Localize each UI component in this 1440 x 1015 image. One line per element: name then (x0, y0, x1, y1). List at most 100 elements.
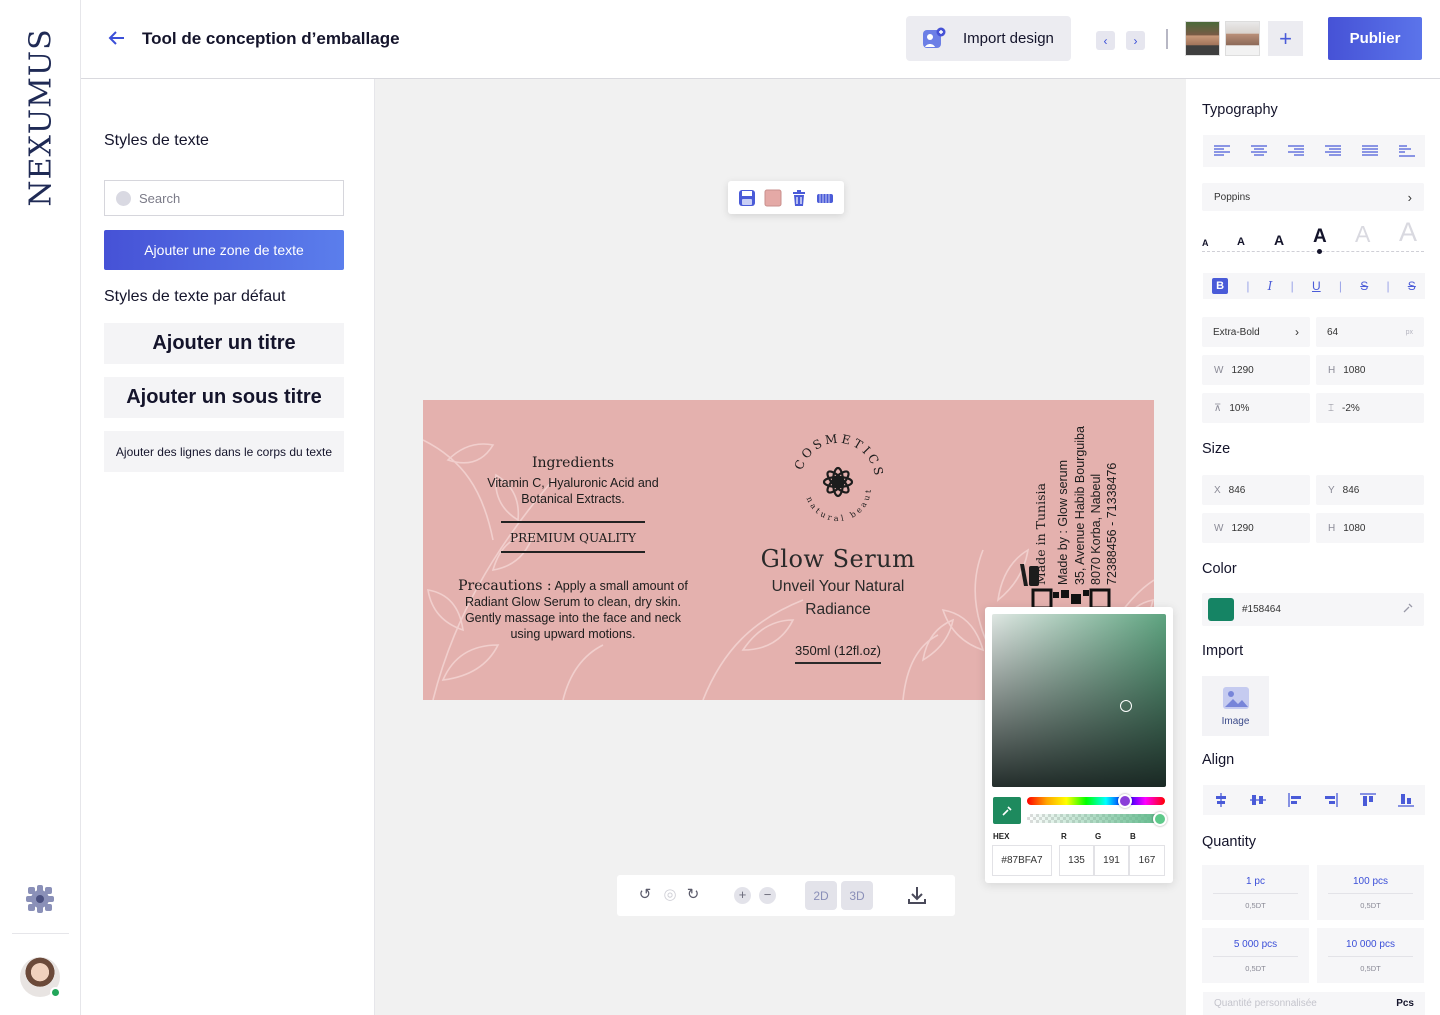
y-key: Y (1328, 484, 1335, 496)
align-left-icon[interactable] (1213, 145, 1230, 157)
stamp-icon[interactable] (816, 189, 834, 207)
font-size-scale[interactable]: A A A A A A (1202, 217, 1424, 254)
alpha-slider[interactable] (1027, 814, 1165, 823)
y-input[interactable]: Y 846 (1316, 475, 1424, 505)
typo-height-input[interactable]: H 1080 (1316, 355, 1424, 385)
hue-handle[interactable] (1118, 794, 1132, 808)
color-input[interactable]: #158464 (1202, 593, 1424, 626)
add-text-box-button[interactable]: Ajouter une zone de texte (104, 230, 344, 270)
quantity-option[interactable]: 1 pc 0,5DT (1202, 865, 1309, 920)
width-input[interactable]: W 1290 (1202, 513, 1310, 543)
font-size-xxl[interactable]: A (1399, 217, 1417, 248)
save-icon[interactable] (738, 189, 756, 207)
divider: | (1386, 279, 1390, 293)
search-placeholder: Search (139, 190, 181, 206)
alpha-handle[interactable] (1153, 812, 1167, 826)
text-styles-panel: Styles de texte Search Ajouter une zone … (81, 79, 375, 1015)
eyedropper-icon[interactable] (1402, 602, 1414, 617)
fill-color-swatch[interactable] (764, 189, 782, 207)
strikethrough-alt-icon[interactable]: S (1408, 279, 1416, 293)
trash-icon[interactable] (790, 189, 808, 207)
font-size-input[interactable]: 64 px (1316, 317, 1424, 347)
settings-icon[interactable] (23, 882, 57, 916)
add-collaborator-button[interactable]: + (1268, 21, 1303, 56)
align-bottom-icon[interactable] (1398, 145, 1415, 157)
font-size-m[interactable]: A (1274, 232, 1284, 248)
custom-quantity-input[interactable]: Quantité personnalisée Pcs (1203, 992, 1425, 1015)
green-input[interactable]: 191 (1094, 845, 1129, 876)
font-size-xl[interactable]: A (1355, 221, 1370, 248)
justify-icon[interactable] (1361, 145, 1378, 157)
quantity-option[interactable]: 100 pcs 0,5DT (1317, 865, 1424, 920)
city-text: 8070 Korba, Nabeul (1089, 473, 1103, 585)
height-input[interactable]: H 1080 (1316, 513, 1424, 543)
image-icon (1222, 686, 1249, 709)
chevron-left-icon[interactable]: ‹ (1096, 31, 1115, 50)
import-image-button[interactable]: Image (1202, 676, 1269, 736)
publish-button[interactable]: Publier (1328, 17, 1422, 60)
italic-icon[interactable]: I (1268, 279, 1273, 293)
quantity-option[interactable]: 5 000 pcs 0,5DT (1202, 928, 1309, 983)
align-bottom-edge-icon[interactable] (1398, 793, 1414, 807)
logo-top-text: COSMETICS (792, 431, 884, 479)
align-v-center-icon[interactable] (1250, 793, 1266, 807)
underline-icon[interactable]: U (1312, 279, 1321, 293)
brand-logo[interactable]: NEXUMUS (22, 28, 60, 206)
quantity-option[interactable]: 10 000 pcs 0,5DT (1317, 928, 1424, 983)
hex-label: HEX (993, 832, 1010, 841)
letter-spacing-icon: ⌶ (1328, 402, 1334, 414)
justify-right-icon[interactable] (1324, 145, 1341, 157)
zoom-out-icon[interactable]: − (759, 887, 776, 904)
zoom-in-icon[interactable]: + (734, 887, 751, 904)
align-right-icon[interactable] (1287, 145, 1304, 157)
color-swatch[interactable] (1208, 598, 1234, 621)
saturation-handle[interactable] (1120, 700, 1132, 712)
made-by-text: Made by : Glow serum (1056, 459, 1070, 585)
font-weight-select[interactable]: Extra-Bold › (1202, 317, 1310, 347)
mode-2d-toggle[interactable]: 2D (805, 881, 837, 910)
add-subtitle-style[interactable]: Ajouter un sous titre (104, 377, 344, 418)
align-h-center-icon[interactable] (1214, 793, 1228, 807)
bold-icon[interactable]: B (1212, 278, 1229, 294)
line-height-input[interactable]: ⊼ 10% (1202, 393, 1310, 423)
hue-slider[interactable] (1027, 797, 1165, 805)
add-title-style[interactable]: Ajouter un titre (104, 323, 344, 364)
saturation-value-area[interactable] (992, 614, 1166, 787)
quantity-price: 0,5DT (1360, 900, 1381, 910)
x-input[interactable]: X 846 (1202, 475, 1310, 505)
color-heading: Color (1202, 561, 1237, 577)
red-input[interactable]: 135 (1059, 845, 1094, 876)
font-size-l[interactable]: A (1313, 226, 1327, 248)
page-title: Tool de conception d’emballage (142, 29, 400, 48)
back-arrow-icon[interactable] (107, 28, 129, 50)
redo-icon[interactable]: ↻ (685, 887, 701, 903)
font-size-s[interactable]: A (1237, 236, 1245, 248)
quantity-price: 0,5DT (1245, 900, 1266, 910)
mode-3d-toggle[interactable]: 3D (841, 881, 873, 910)
product-tagline: Unveil Your Natural Radiance (771, 578, 905, 618)
reset-icon[interactable]: ◎ (662, 887, 678, 903)
download-icon[interactable] (907, 885, 926, 904)
blue-input[interactable]: 167 (1129, 845, 1165, 876)
import-design-button[interactable]: Import design (906, 16, 1071, 61)
align-center-icon[interactable] (1250, 145, 1267, 157)
add-body-style[interactable]: Ajouter des lignes dans le corps du text… (104, 431, 344, 472)
typo-width-input[interactable]: W 1290 (1202, 355, 1310, 385)
divider: | (1246, 279, 1250, 293)
align-top-edge-icon[interactable] (1360, 793, 1376, 807)
align-left-edge-icon[interactable] (1288, 793, 1302, 807)
collaborator-avatar[interactable] (1225, 21, 1260, 56)
undo-icon[interactable]: ↺ (637, 887, 653, 903)
collaborator-avatar[interactable] (1185, 21, 1220, 56)
font-family-select[interactable]: Poppins › (1202, 183, 1424, 211)
hex-input[interactable]: #87BFA7 (992, 845, 1052, 876)
r-label: R (1061, 832, 1067, 841)
align-right-edge-icon[interactable] (1324, 793, 1338, 807)
search-input[interactable]: Search (104, 180, 344, 216)
strikethrough-icon[interactable]: S (1360, 279, 1368, 293)
chevron-right-icon[interactable]: › (1126, 31, 1145, 50)
font-size-xs[interactable]: A (1202, 238, 1209, 248)
eyedropper-icon[interactable] (993, 797, 1021, 824)
letter-spacing-input[interactable]: ⌶ -2% (1316, 393, 1424, 423)
font-size-unit: px (1405, 328, 1413, 336)
